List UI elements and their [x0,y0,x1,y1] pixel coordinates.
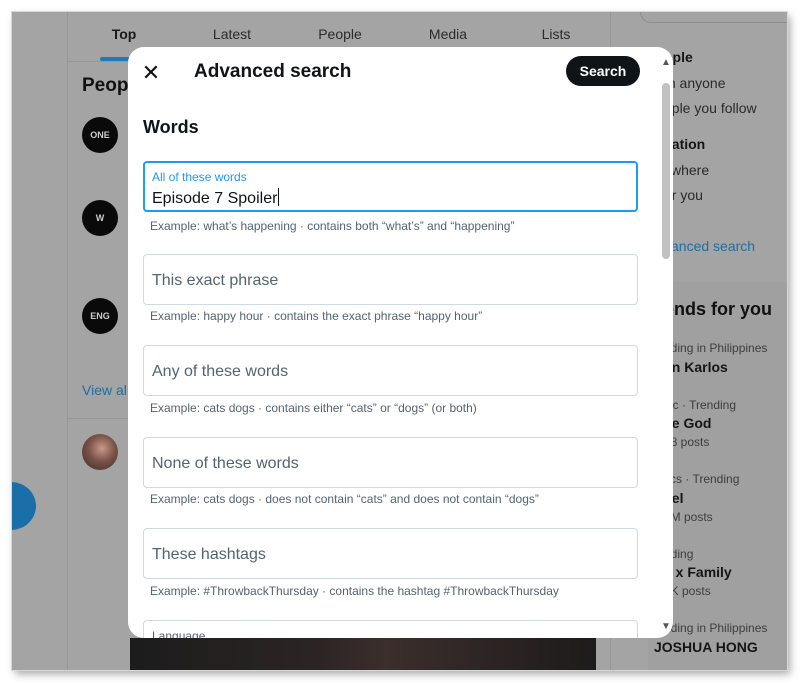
language-select[interactable]: Language [143,620,638,638]
section-words-title: Words [143,117,199,137]
tab-media[interactable]: Media [394,26,502,42]
trend-context: sic · Trending [664,398,737,412]
dialog-scrollbar[interactable]: ▲ ▼ [658,57,673,632]
exact-phrase-field[interactable]: This exact phrase [143,254,638,305]
tab-lists[interactable]: Lists [502,26,610,42]
any-words-field[interactable]: Any of these words [143,345,638,396]
tab-people[interactable]: People [286,26,394,42]
none-words-field[interactable]: None of these words [143,437,638,488]
language-label: Language [152,629,206,638]
scroll-up-arrow-icon[interactable]: ▲ [661,57,671,68]
tab-latest[interactable]: Latest [178,26,286,42]
search-filters-box [640,12,787,23]
post-image [130,638,596,670]
trend-name[interactable]: JOSHUA HONG [654,639,758,655]
trend-context: tics · Trending [664,472,740,486]
any-words-placeholder: Any of these words [152,363,289,380]
trend-name[interactable]: y x Family [664,564,732,580]
avatar-text: W [95,213,105,223]
view-all-link[interactable]: View al [82,382,127,398]
browser-viewport: Top Latest People Media Lists Peop ONE W… [12,12,787,670]
search-tabs: Top Latest People Media Lists [70,26,610,42]
search-button[interactable]: Search [566,56,640,86]
people-heading: Peop [82,75,129,96]
exact-phrase-example: Example: happy hour · contains the exact… [150,309,483,323]
hashtags-example: Example: #ThrowbackThursday · contains t… [150,584,559,598]
avatar[interactable]: ENG [82,298,118,334]
none-words-example: Example: cats dogs · does not contain “c… [150,492,539,506]
column-divider-left [67,12,68,670]
advanced-search-dialog: ✕ Advanced search Search Words All of th… [128,47,673,638]
trend-name[interactable]: an Karlos [664,359,728,375]
compose-button[interactable] [12,482,36,530]
all-words-example: Example: what’s happening · contains bot… [150,219,515,233]
advanced-search-link[interactable]: vanced search [664,238,755,254]
trends-title: ends for you [664,299,773,319]
hashtags-placeholder: These hashtags [152,546,266,563]
dialog-header: ✕ Advanced search Search [128,47,658,99]
trend-context: nding in Philippines [664,621,768,635]
scrollbar-thumb[interactable] [662,83,670,259]
people-filter-following[interactable]: ople you follow [664,100,757,116]
trend-context: nding in Philippines [664,341,768,355]
avatar[interactable] [82,434,118,470]
hashtags-field[interactable]: These hashtags [143,528,638,579]
avatar[interactable]: W [82,200,118,236]
avatar-text: ONE [90,130,110,140]
all-words-field[interactable]: All of these words Episode 7 Spoiler [143,161,638,212]
none-words-placeholder: None of these words [152,455,299,472]
avatar[interactable]: ONE [82,117,118,153]
all-words-value[interactable]: Episode 7 Spoiler [152,188,280,208]
people-filter-anyone[interactable]: m anyone [664,75,725,91]
all-words-label: All of these words [152,170,247,184]
any-words-example: Example: cats dogs · contains either “ca… [150,401,477,415]
scroll-down-arrow-icon[interactable]: ▼ [661,621,671,632]
text-caret [278,188,280,206]
avatar-text: ENG [90,311,110,321]
all-words-text: Episode 7 Spoiler [152,190,278,207]
tab-top[interactable]: Top [70,26,178,42]
close-icon[interactable]: ✕ [140,60,162,85]
dialog-title: Advanced search [194,61,352,82]
exact-phrase-placeholder: This exact phrase [152,272,279,289]
